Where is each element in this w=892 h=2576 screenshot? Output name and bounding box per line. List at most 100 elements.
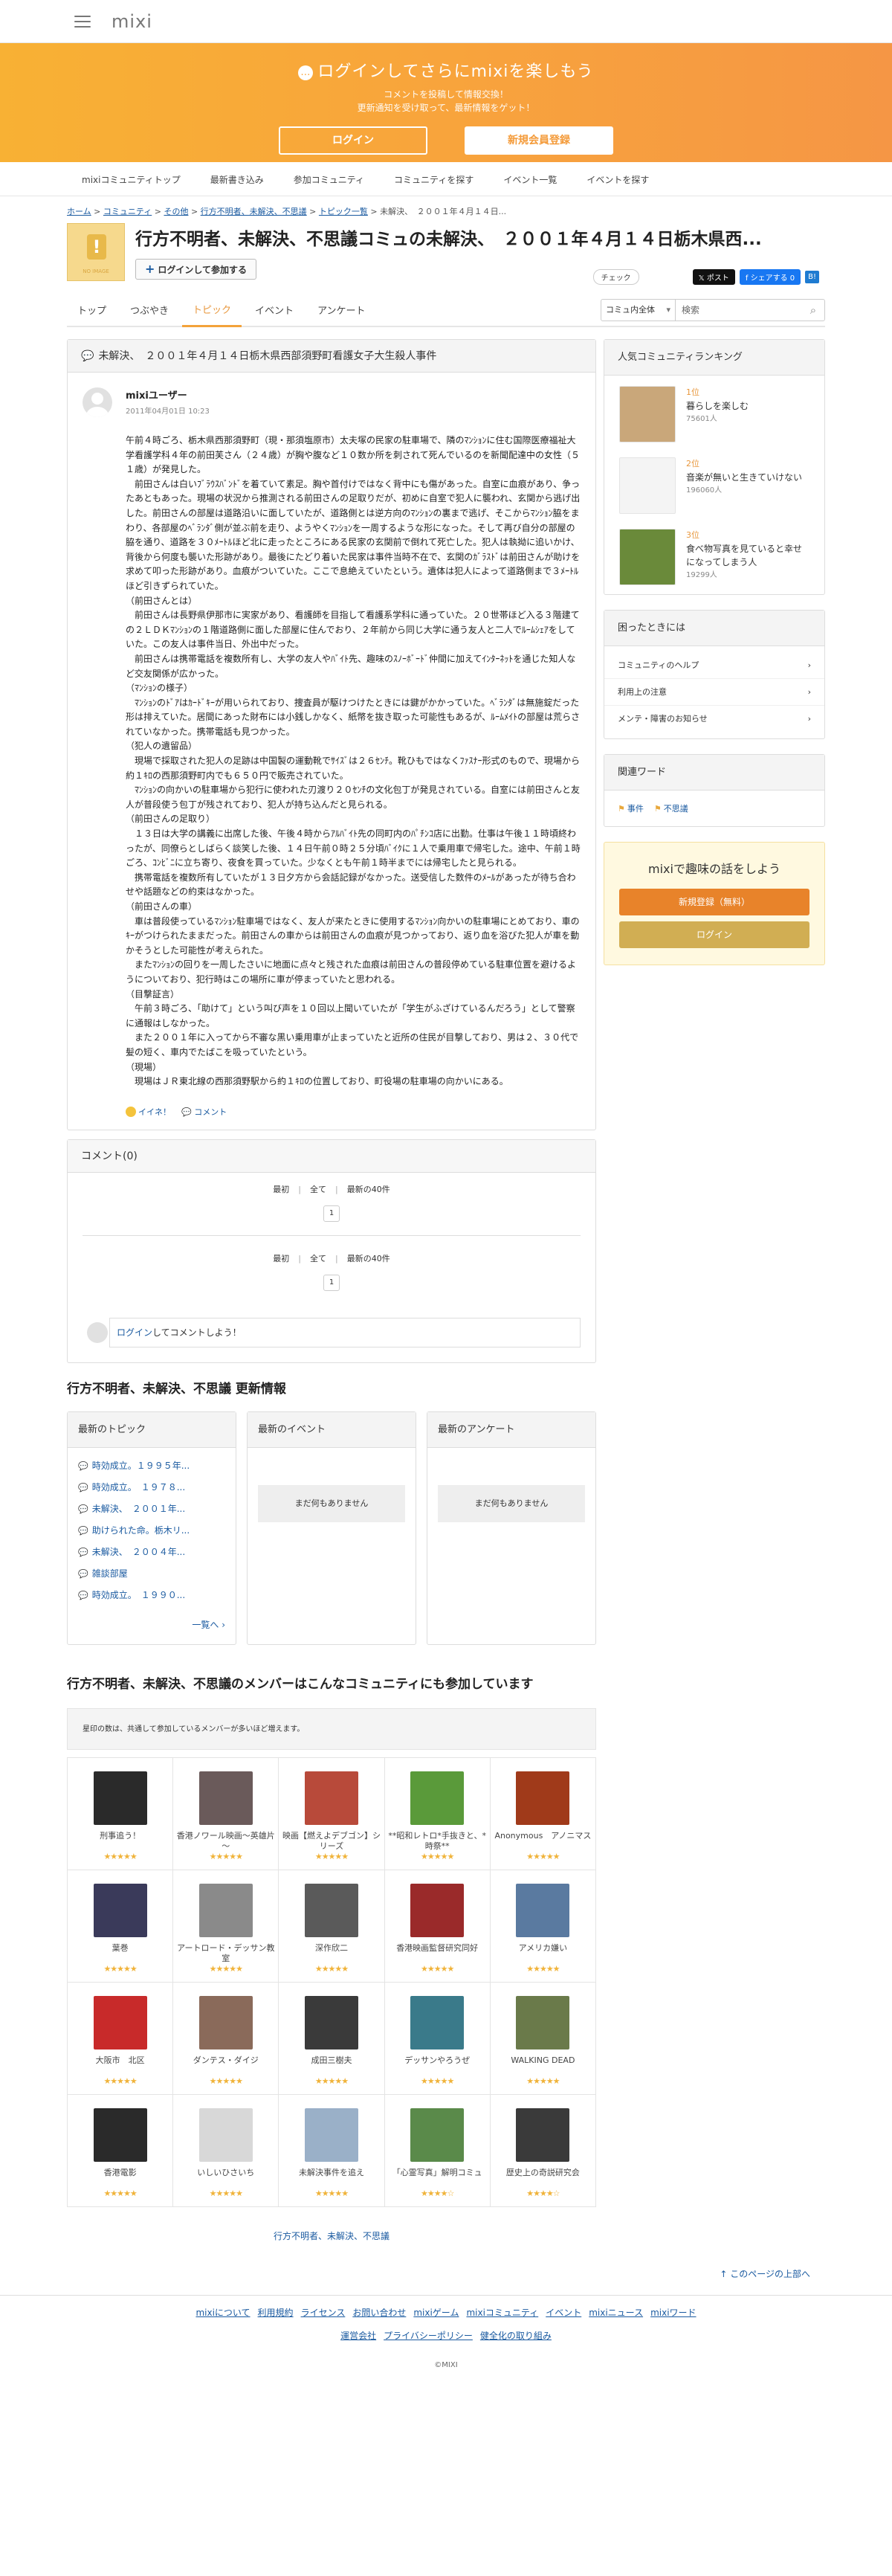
pager-first-bottom[interactable]: 最初 (273, 1254, 289, 1263)
banner-register-button[interactable]: 新規会員登録 (465, 126, 613, 155)
related-community[interactable]: 香港ノワール映画～英雄片～ ★★★★★ (173, 1757, 279, 1870)
community-name[interactable]: 映画【燃えよデブゴン】シリーズ (279, 1831, 384, 1852)
related-community[interactable]: アメリカ嫌い ★★★★★ (490, 1870, 596, 1983)
search-icon[interactable]: ⌕ (802, 300, 824, 321)
maintenance-link[interactable]: メンテ・障害のお知らせ › (604, 706, 824, 732)
community-thumbnail[interactable]: ! NO IMAGE (67, 223, 125, 281)
footer-link[interactable]: mixiコミュニティ (466, 2308, 538, 2318)
page-number[interactable]: 1 (323, 1205, 340, 1222)
community-image[interactable] (304, 2108, 358, 2162)
breadcrumb-topics[interactable]: トピック一覧 (319, 207, 368, 216)
footer-link[interactable]: イベント (546, 2308, 581, 2318)
ranking-image[interactable] (619, 457, 676, 514)
comment-login-link[interactable]: ログイン (117, 1327, 152, 1338)
related-community[interactable]: いしいひさいち ★★★★★ (173, 2094, 279, 2207)
community-name[interactable]: 香港映画監督研究同好 (385, 1943, 490, 1964)
community-image[interactable] (198, 1883, 253, 1937)
community-name[interactable]: ダンテス・ダイジ (173, 2055, 278, 2076)
footer-link[interactable]: mixiニュース (589, 2308, 643, 2318)
related-community[interactable]: 「心霊写真」解明コミュ ★★★★☆ (384, 2094, 491, 2207)
list-item[interactable]: 💬 時効成立。 １９７８... (78, 1477, 225, 1498)
community-image[interactable] (410, 1883, 465, 1937)
comment-link[interactable]: 💬 コメント (181, 1106, 227, 1118)
list-item[interactable]: 💬 時効成立。１９９５年... (78, 1455, 225, 1477)
community-name[interactable]: 成田三樹夫 (279, 2055, 384, 2076)
join-button[interactable]: + ログインして参加する (135, 259, 257, 280)
community-name[interactable]: 香港電影 (68, 2168, 172, 2189)
comment-prompt[interactable]: ログインしてコメントしよう！ (87, 1317, 581, 1347)
ranking-image[interactable] (619, 386, 676, 442)
ranking-item[interactable]: 2位 音楽が無いと生きていけない 196060人 (604, 447, 824, 518)
list-item[interactable]: 💬 未解決、 ２００４年... (78, 1542, 225, 1563)
related-community[interactable]: ダンテス・ダイジ ★★★★★ (173, 1982, 279, 2095)
breadcrumb-group[interactable]: 行方不明者、未解決、不思議 (201, 207, 307, 216)
menu-icon[interactable] (74, 16, 91, 28)
community-image[interactable] (93, 1883, 147, 1937)
related-community[interactable]: 成田三樹夫 ★★★★★ (279, 1982, 385, 2095)
x-post-button[interactable]: 𝕏 ポスト (692, 269, 735, 285)
ranking-name[interactable]: 暮らしを楽しむ (686, 399, 749, 413)
related-community[interactable]: アートロード・デッサン教室 ★★★★★ (173, 1870, 279, 1983)
tab-events[interactable]: イベント (245, 303, 304, 326)
tab-polls[interactable]: アンケート (307, 303, 375, 326)
community-image[interactable] (93, 2108, 147, 2162)
list-item[interactable]: 💬 助けられた命。栃木リ... (78, 1520, 225, 1542)
pager-latest-bottom[interactable]: 最新の40件 (347, 1254, 390, 1263)
tab-tweets[interactable]: つぶやき (120, 303, 179, 326)
promo-register-button[interactable]: 新規登録（無料） (619, 889, 809, 915)
community-image[interactable] (304, 1771, 358, 1825)
footer-community-link[interactable]: 行方不明者、未解決、不思議 (274, 2231, 390, 2241)
community-name[interactable]: アートロード・デッサン教室 (173, 1943, 278, 1964)
keyword-tag[interactable]: ⚑ 不思議 (654, 802, 688, 814)
footer-link[interactable]: mixiゲーム (413, 2308, 459, 2318)
gnav-joined[interactable]: 参加コミュニティ (294, 173, 364, 186)
gnav-community-top[interactable]: mixiコミュニティトップ (82, 173, 181, 186)
related-community[interactable]: 大阪市 北区 ★★★★★ (68, 1982, 174, 2095)
community-image[interactable] (304, 1883, 358, 1937)
pager-first[interactable]: 最初 (273, 1185, 289, 1194)
community-name[interactable]: 大阪市 北区 (68, 2055, 172, 2076)
keyword-tag[interactable]: ⚑ 事件 (618, 802, 644, 814)
community-name[interactable]: 未解決事件を追え (279, 2168, 384, 2189)
related-community[interactable]: デッサンやろうぜ ★★★★★ (384, 1982, 491, 2095)
breadcrumb-home[interactable]: ホーム (67, 207, 91, 216)
community-name[interactable]: 深作欣二 (279, 1943, 384, 1964)
page-number-bottom[interactable]: 1 (323, 1274, 340, 1291)
rules-link[interactable]: 利用上の注意 › (604, 679, 824, 706)
footer-link[interactable]: mixiワード (650, 2308, 696, 2318)
gnav-search-events[interactable]: イベントを探す (586, 173, 649, 186)
ranking-item[interactable]: 3位 食べ物写真を見ていると幸せになってしまう人 19299人 (604, 518, 824, 590)
community-image[interactable] (93, 1771, 147, 1825)
related-community[interactable]: 刑事追う！ ★★★★★ (68, 1757, 174, 1870)
community-name[interactable]: 歴史上の奇説研究会 (491, 2168, 595, 2189)
community-name[interactable]: アメリカ嫌い (491, 1943, 595, 1964)
community-image[interactable] (410, 1771, 465, 1825)
gnav-latest[interactable]: 最新書き込み (210, 173, 264, 186)
community-name[interactable]: 「心霊写真」解明コミュ (385, 2168, 490, 2189)
list-item[interactable]: 💬 未解決、 ２００１年... (78, 1498, 225, 1520)
related-community[interactable]: 葉巻 ★★★★★ (68, 1870, 174, 1983)
related-community[interactable]: 香港電影 ★★★★★ (68, 2094, 174, 2207)
promo-login-button[interactable]: ログイン (619, 921, 809, 948)
pager-latest[interactable]: 最新の40件 (347, 1185, 390, 1194)
related-community[interactable]: WALKING DEAD ★★★★★ (490, 1982, 596, 2095)
related-community[interactable]: 映画【燃えよデブゴン】シリーズ ★★★★★ (279, 1757, 385, 1870)
related-community[interactable]: 香港映画監督研究同好 ★★★★★ (384, 1870, 491, 1983)
ranking-name[interactable]: 食べ物写真を見ていると幸せになってしまう人 (686, 542, 809, 569)
footer-link[interactable]: プライバシーポリシー (384, 2331, 473, 2341)
community-image[interactable] (198, 1771, 253, 1825)
ranking-item[interactable]: 1位 暮らしを楽しむ 75601人 (604, 376, 824, 447)
hatena-bookmark-button[interactable]: B! (805, 271, 819, 283)
facebook-share-button[interactable]: f シェアする 0 (739, 269, 801, 285)
list-item[interactable]: 💬 時効成立。 １９９０... (78, 1585, 225, 1606)
community-image[interactable] (516, 1995, 570, 2049)
community-name[interactable]: WALKING DEAD (491, 2055, 595, 2076)
pager-all[interactable]: 全て (310, 1185, 326, 1194)
community-name[interactable]: 香港ノワール映画～英雄片～ (173, 1831, 278, 1852)
tab-topics[interactable]: トピック (182, 302, 242, 327)
help-link[interactable]: コミュニティのヘルプ › (604, 652, 824, 679)
community-name[interactable]: **昭和レトロ*手抜きと、*時祭** (385, 1831, 490, 1852)
search-input[interactable]: 検索 (676, 300, 802, 321)
community-image[interactable] (410, 2108, 465, 2162)
footer-link[interactable]: mixiについて (195, 2308, 250, 2318)
